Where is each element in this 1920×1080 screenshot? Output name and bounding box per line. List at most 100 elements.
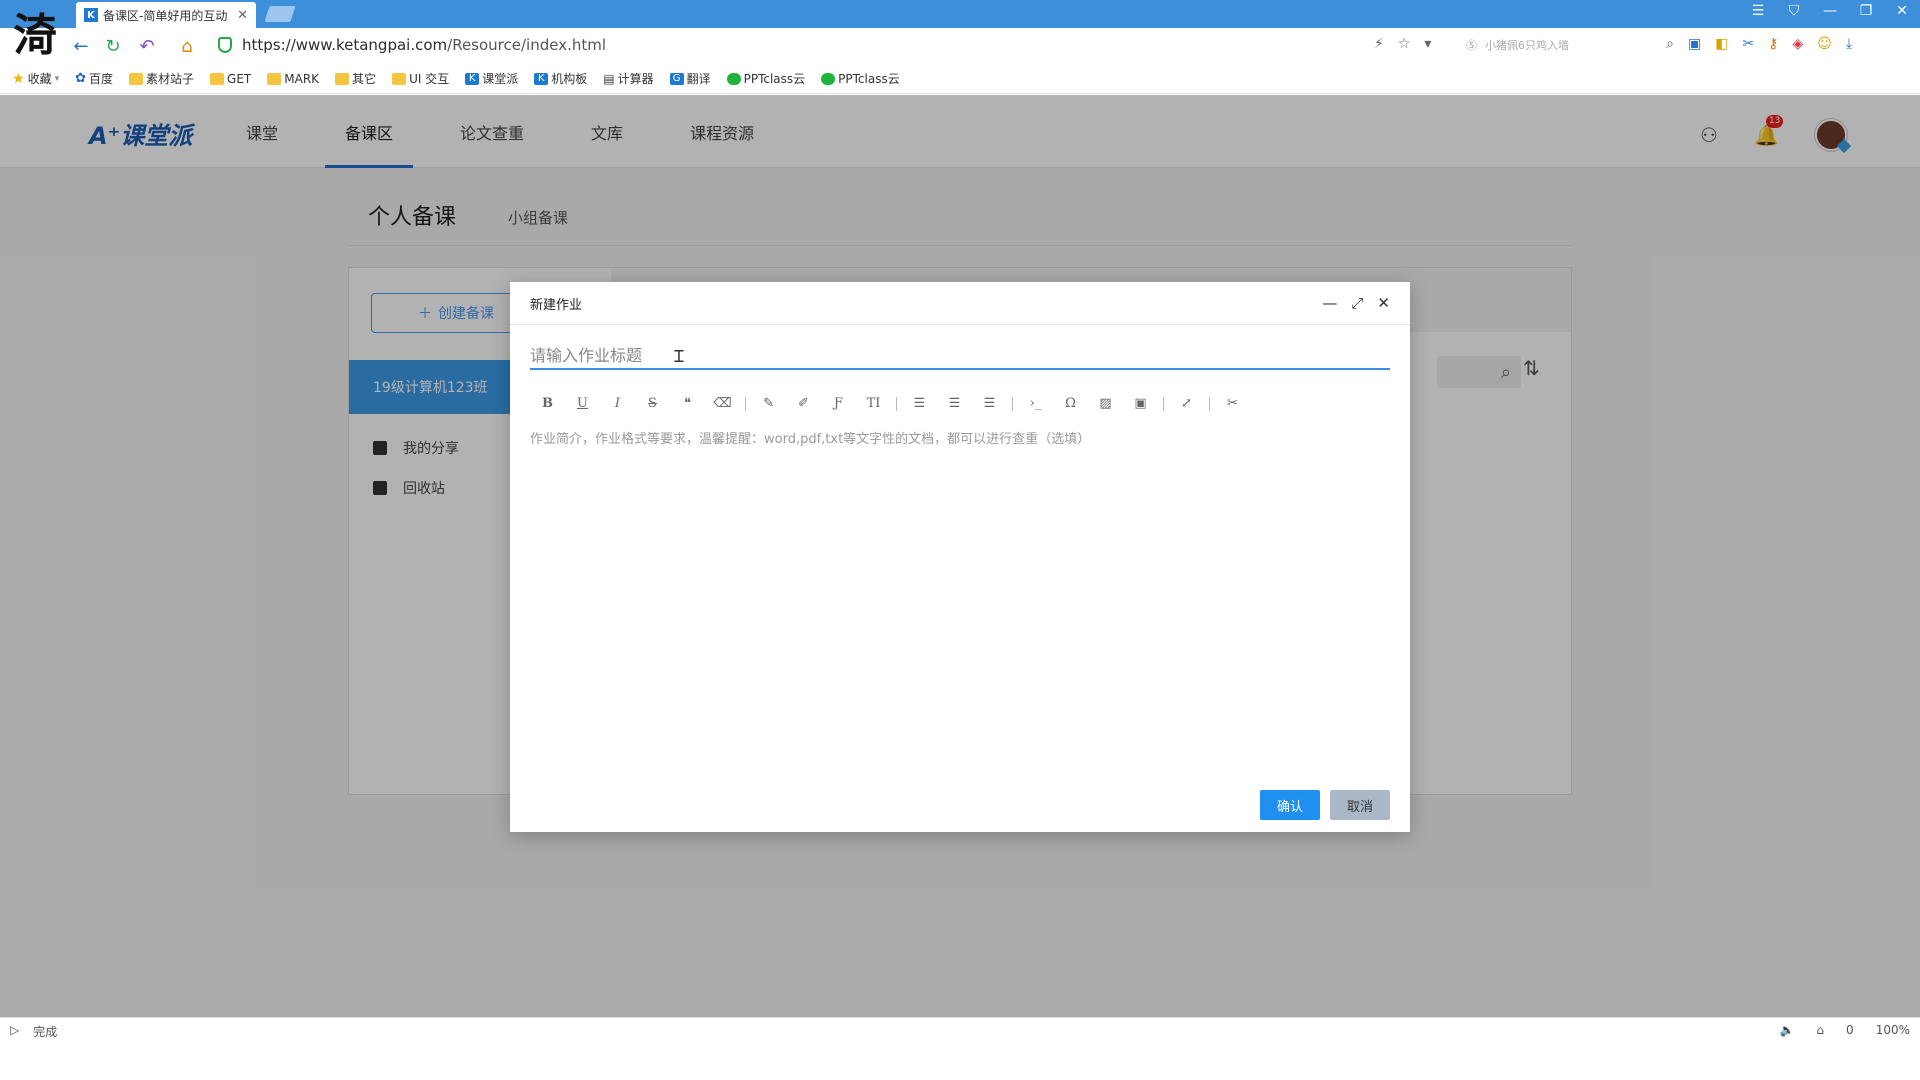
cloud-icon bbox=[726, 72, 741, 85]
code-icon[interactable]: ›_ bbox=[1018, 396, 1053, 411]
bookmark-folder[interactable]: GET bbox=[210, 72, 251, 86]
font-icon[interactable]: Ƒ bbox=[821, 396, 856, 411]
status-bar: ▷ 完成 🔈 ⌂ 0 100% bbox=[0, 1017, 1920, 1080]
bookmark-folder[interactable]: UI 交互 bbox=[392, 70, 449, 87]
align-left-icon[interactable]: ☰ bbox=[902, 396, 937, 411]
url-host: https://www.ketangpai.com bbox=[242, 36, 448, 54]
bookmarks-bar: ★ 收藏 ▾ ✿ 百度 素材站子 GET MARK 其它 UI 交互 K 课堂派 K 机构… bbox=[0, 64, 1920, 94]
editor-toolbar: B U I S ❝ ⌫ ✎ ✐ Ƒ TI ☰ ☰ ☰ ›_ Ω ▨ ▣ ⤢ ✂ bbox=[530, 396, 1250, 411]
folder-icon bbox=[335, 72, 350, 85]
star-icon[interactable]: ☆ bbox=[1398, 36, 1411, 52]
toolbar-divider bbox=[1012, 396, 1013, 411]
scissors-icon[interactable]: ✂ bbox=[1742, 36, 1754, 52]
folder-icon bbox=[392, 72, 407, 85]
url-path: /Resource/index.html bbox=[447, 36, 607, 54]
image-icon[interactable]: ▨ bbox=[1088, 396, 1123, 411]
chevron-down-icon[interactable]: ▾ bbox=[1424, 36, 1431, 52]
strikethrough-icon[interactable]: S bbox=[635, 396, 670, 411]
lightning-icon[interactable]: ⚡ bbox=[1374, 36, 1384, 52]
bookmark-favorites[interactable]: ★ 收藏 ▾ bbox=[12, 70, 59, 87]
adblock-count[interactable]: 0 bbox=[1846, 1023, 1854, 1037]
calc-icon: ▤ bbox=[603, 71, 615, 86]
translate-ext-icon[interactable]: ▣ bbox=[1688, 36, 1701, 52]
dialog-title: 新建作业 bbox=[530, 297, 583, 313]
toolbar-divider bbox=[745, 396, 746, 411]
align-right-icon[interactable]: ☰ bbox=[972, 396, 1007, 411]
bookmark-jigouban[interactable]: K 机构板 bbox=[534, 70, 587, 87]
volume-icon[interactable]: 🔈 bbox=[1779, 1023, 1794, 1037]
refresh-icon[interactable]: ↻ bbox=[102, 35, 124, 57]
search-input[interactable]: Ⓢ 小猪佩6只鸡入墙 ⌕ bbox=[1460, 33, 1674, 57]
toolbar-divider bbox=[1209, 396, 1210, 411]
video-icon[interactable]: ▣ bbox=[1123, 396, 1158, 411]
restore-icon[interactable]: ❐ bbox=[1858, 3, 1874, 19]
eraser-icon[interactable]: ⌫ bbox=[705, 396, 740, 411]
address-bar[interactable]: https://www.ketangpai.com/Resource/index… bbox=[242, 36, 606, 54]
download-icon[interactable]: ⤓ bbox=[1846, 36, 1852, 52]
k-icon: K bbox=[465, 72, 480, 85]
bookmark-folder[interactable]: 其它 bbox=[335, 70, 376, 87]
quote-icon[interactable]: ❝ bbox=[670, 396, 705, 411]
text-size-icon[interactable]: TI bbox=[856, 396, 891, 411]
tab-close-icon[interactable]: ✕ bbox=[237, 8, 248, 23]
play-icon[interactable]: ▷ bbox=[10, 1023, 19, 1040]
assignment-description-editor[interactable]: 作业简介，作业格式等要求，温馨提醒：word,pdf,txt等文字性的文档，都可… bbox=[530, 428, 1390, 758]
brush-icon[interactable]: ✐ bbox=[786, 396, 821, 411]
dialog-header: 新建作业 — ⤢ ✕ bbox=[510, 282, 1410, 325]
bookmark-pptclass[interactable]: PPTclass云 bbox=[821, 70, 900, 87]
chevron-down-icon: ▾ bbox=[54, 73, 60, 84]
extension-icons: ▣ ◧ ✂ ⚷ ◈ ☺ ⤓ bbox=[1688, 36, 1852, 52]
undo-icon[interactable]: ↶ bbox=[136, 35, 158, 57]
game-icon[interactable]: ◈ bbox=[1792, 36, 1803, 52]
browser-tab[interactable]: K 备课区-简单好用的互动 ✕ bbox=[76, 2, 256, 28]
zoom-level[interactable]: 100% bbox=[1876, 1023, 1910, 1037]
align-center-icon[interactable]: ☰ bbox=[937, 396, 972, 411]
unlink-icon[interactable]: ✂ bbox=[1215, 396, 1250, 411]
folder-icon bbox=[267, 72, 282, 85]
pen-icon[interactable]: ✎ bbox=[751, 396, 786, 411]
new-tab-button[interactable] bbox=[264, 6, 296, 22]
tab-title: 备课区-简单好用的互动 bbox=[103, 8, 228, 23]
bookmark-ketangpai[interactable]: K 课堂派 bbox=[465, 70, 518, 87]
close-icon[interactable]: ✕ bbox=[1377, 294, 1390, 312]
cloud-icon bbox=[821, 72, 836, 85]
new-assignment-dialog: 新建作业 — ⤢ ✕ Ꮖ B U I S ❝ ⌫ ✎ ✐ Ƒ TI ☰ ☰ ☰ bbox=[510, 282, 1410, 832]
menu-icon[interactable]: ☰ bbox=[1750, 3, 1766, 19]
browser-logo[interactable]: 渏 bbox=[10, 6, 60, 61]
minimize-icon[interactable]: — bbox=[1322, 294, 1337, 312]
italic-icon[interactable]: I bbox=[600, 396, 635, 411]
note-ext-icon[interactable]: ◧ bbox=[1715, 36, 1728, 52]
home-icon[interactable]: ⌂ bbox=[176, 35, 198, 57]
bookmark-translate[interactable]: G 翻译 bbox=[669, 70, 711, 87]
cancel-button[interactable]: 取消 bbox=[1330, 790, 1390, 820]
search-placeholder: 小猪佩6只鸡入墙 bbox=[1485, 39, 1569, 52]
assignment-title-input[interactable] bbox=[530, 342, 1390, 370]
status-text: 完成 bbox=[33, 1025, 58, 1039]
key-icon[interactable]: ⚷ bbox=[1768, 36, 1778, 52]
maximize-icon[interactable]: ⤢ bbox=[1351, 294, 1363, 312]
bookmark-folder[interactable]: MARK bbox=[267, 72, 319, 86]
minimize-icon[interactable]: — bbox=[1822, 3, 1838, 19]
dialog-controls: — ⤢ ✕ bbox=[1322, 294, 1390, 312]
address-actions: ⚡ ☆ ▾ bbox=[1374, 36, 1431, 52]
package-icon[interactable]: ⌂ bbox=[1816, 1023, 1824, 1037]
close-window-icon[interactable]: ✕ bbox=[1894, 3, 1910, 19]
bookmark-folder[interactable]: 素材站子 bbox=[129, 70, 194, 87]
toolbar-divider bbox=[896, 396, 897, 411]
confirm-button[interactable]: 确认 bbox=[1260, 790, 1320, 820]
bold-icon[interactable]: B bbox=[530, 396, 565, 411]
fullscreen-icon[interactable]: ⤢ bbox=[1169, 396, 1204, 411]
underline-icon[interactable]: U bbox=[565, 396, 600, 411]
skin-icon[interactable]: ⛉ bbox=[1786, 3, 1802, 19]
bookmark-pptclass[interactable]: PPTclass云 bbox=[726, 70, 805, 87]
omega-icon[interactable]: Ω bbox=[1053, 396, 1088, 411]
back-icon[interactable]: ← bbox=[70, 35, 92, 57]
smiley-icon[interactable]: ☺ bbox=[1817, 36, 1832, 52]
secure-shield-icon bbox=[218, 37, 232, 53]
status-left: ▷ 完成 bbox=[10, 1023, 57, 1040]
search-icon[interactable]: ⌕ bbox=[1666, 36, 1674, 52]
paw-icon: ✿ bbox=[75, 71, 87, 86]
bookmark-baidu[interactable]: ✿ 百度 bbox=[75, 70, 113, 87]
bookmark-calculator[interactable]: ▤ 计算器 bbox=[603, 70, 653, 87]
folder-icon bbox=[210, 72, 225, 85]
